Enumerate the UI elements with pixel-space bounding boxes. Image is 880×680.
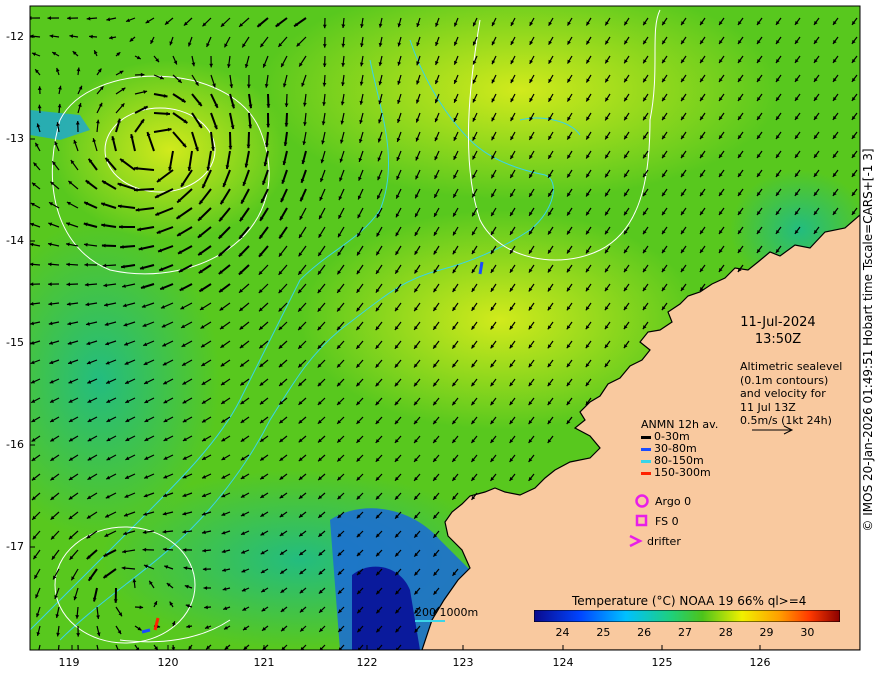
x-tick-label: 122: [356, 656, 378, 669]
colorbar-tick-label: 26: [637, 626, 652, 639]
colorbar-tick-label: 30: [800, 626, 815, 639]
depth-contour-label: 200 1000m: [415, 606, 479, 619]
timestamp-time: 13:50Z: [754, 332, 802, 347]
timestamp: 11-Jul-2024 13:50Z: [722, 314, 834, 348]
y-tick-label: -16: [6, 438, 24, 451]
anmn-legend-item: 150-300m: [641, 467, 711, 479]
colorbar-tick-label: 27: [677, 626, 692, 639]
drifter-chevron-icon: [629, 534, 643, 548]
x-tick-label: 123: [452, 656, 474, 669]
legend-swatch: [641, 435, 651, 439]
x-tick-label: 121: [253, 656, 275, 669]
argo-circle-icon: [635, 494, 649, 508]
altimetry-note-line: and velocity for: [740, 387, 826, 400]
legend-swatch: [641, 459, 651, 463]
depth-contour-swatch: [415, 620, 445, 622]
y-tick-label: -13: [6, 132, 24, 145]
velocity-arrowhead: [96, 650, 100, 654]
velocity-arrowhead: [76, 651, 80, 655]
argo-label: Argo 0: [655, 495, 692, 508]
legend-swatch: [641, 447, 651, 451]
altimetry-note-line: 11 Jul 13Z: [740, 400, 796, 414]
x-tick-label: 125: [651, 656, 673, 669]
x-tick-label: 124: [552, 656, 574, 669]
y-tick-label: -12: [6, 30, 24, 43]
credit-text: © IMOS 20-Jan-2026 01:49:51 Hobart time …: [861, 148, 875, 532]
warm-patch-eddy: [50, 60, 290, 240]
x-tick-label: 119: [58, 656, 80, 669]
y-tick-label: -14: [6, 234, 24, 247]
legend-swatch: [641, 471, 651, 475]
fs-square-icon: [635, 514, 648, 527]
altimetry-note: Altimetric sealevel (0.1m contours) and …: [740, 360, 842, 428]
drifter-label: drifter: [647, 535, 681, 548]
y-tick-label: -17: [6, 540, 24, 553]
colorbar-tick-label: 29: [759, 626, 774, 639]
colorbar-tick-label: 25: [596, 626, 611, 639]
y-tick-label: -15: [6, 336, 24, 349]
legend-label: 150-300m: [654, 466, 711, 479]
velocity-arrowhead: [37, 651, 41, 655]
fs-label: FS 0: [655, 515, 679, 528]
colorbar: [534, 610, 840, 622]
scale-arrow: [752, 425, 794, 435]
colorbar-title: Temperature (°C) NOAA 19 66% ql>=4: [572, 594, 807, 608]
colorbar-tick-label: 24: [555, 626, 570, 639]
timestamp-date: 11-Jul-2024: [740, 315, 816, 330]
x-tick-label: 120: [157, 656, 179, 669]
colorbar-tick-label: 28: [718, 626, 733, 639]
altimetry-note-line: Altimetric sealevel: [740, 360, 843, 373]
x-tick-label: 126: [749, 656, 771, 669]
altimetry-note-line: (0.1m contours): [740, 373, 829, 387]
velocity-arrowhead: [56, 651, 60, 655]
